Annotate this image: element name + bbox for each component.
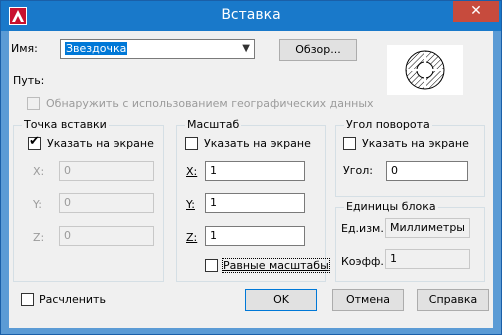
insert-z-label: Z: [33, 231, 45, 244]
angle-field[interactable]: 0 [386, 161, 468, 181]
angle-label: Угол: [343, 164, 373, 177]
geo-checkbox-label: Обнаружить с использованием географическ… [46, 97, 374, 110]
cancel-button[interactable]: Отмена [332, 289, 404, 311]
block-preview [387, 45, 463, 95]
insertion-on-screen-checkbox[interactable]: ✔ [28, 134, 41, 150]
browse-button[interactable]: Обзор... [279, 39, 357, 61]
rotation-on-screen-checkbox[interactable] [343, 137, 356, 150]
rotation-title: Угол поворота [344, 118, 432, 131]
scale-z-field[interactable]: 1 [205, 226, 305, 246]
explode-label: Расчленить [39, 293, 106, 306]
uniform-scale-label: Равные масштабы [222, 258, 330, 273]
explode-checkbox[interactable] [21, 293, 34, 306]
name-label: Имя: [11, 42, 38, 55]
scale-z-label: Z: [186, 231, 198, 244]
scale-title: Масштаб [185, 118, 242, 131]
unit-label: Ед.изм.: [341, 222, 388, 235]
block-name-value: Звездочка [65, 42, 128, 55]
insert-y-field[interactable]: 0 [59, 193, 154, 213]
chevron-down-icon[interactable]: ▼ [242, 42, 250, 56]
scale-x-label: X: [186, 165, 198, 178]
insert-x-label: X: [33, 165, 45, 178]
scale-y-field[interactable]: 1 [205, 193, 305, 213]
geo-checkbox[interactable] [27, 97, 40, 110]
rotation-on-screen-label: Указать на экране [362, 137, 469, 150]
unit-value-field: Миллиметры [385, 218, 470, 238]
scale-y-label: Y: [186, 198, 195, 211]
block-units-title: Единицы блока [344, 200, 438, 213]
dialog-title: Вставка [221, 7, 281, 23]
factor-label: Коэфф.: [341, 255, 388, 268]
dialog-body: Имя: Звездочка ▼ Обзор... Путь: Обнаружи… [9, 31, 493, 328]
block-name-combobox[interactable]: Звездочка ▼ [60, 39, 255, 59]
star-block-preview-icon [405, 50, 445, 90]
uniform-scale-checkbox[interactable] [205, 259, 218, 272]
checkmark-icon: ✔ [29, 134, 40, 149]
insert-z-field[interactable]: 0 [59, 226, 154, 246]
scale-on-screen-checkbox[interactable] [185, 137, 198, 150]
close-button[interactable]: ✕ [453, 1, 499, 22]
ok-button[interactable]: OK [245, 289, 317, 311]
insert-dialog: Вставка ✕ Имя: Звездочка ▼ Обзор... Путь… [0, 0, 502, 335]
title-bar: Вставка ✕ [1, 1, 501, 31]
scale-x-field[interactable]: 1 [205, 161, 305, 181]
insert-x-field[interactable]: 0 [59, 161, 154, 181]
path-label: Путь: [13, 74, 45, 87]
factor-value-field: 1 [385, 249, 470, 269]
insert-y-label: Y: [33, 198, 42, 211]
insertion-point-title: Точка вставки [22, 118, 109, 131]
help-button[interactable]: Справка [417, 289, 489, 311]
scale-on-screen-label: Указать на экране [204, 137, 311, 150]
insertion-on-screen-label: Указать на экране [47, 137, 154, 150]
